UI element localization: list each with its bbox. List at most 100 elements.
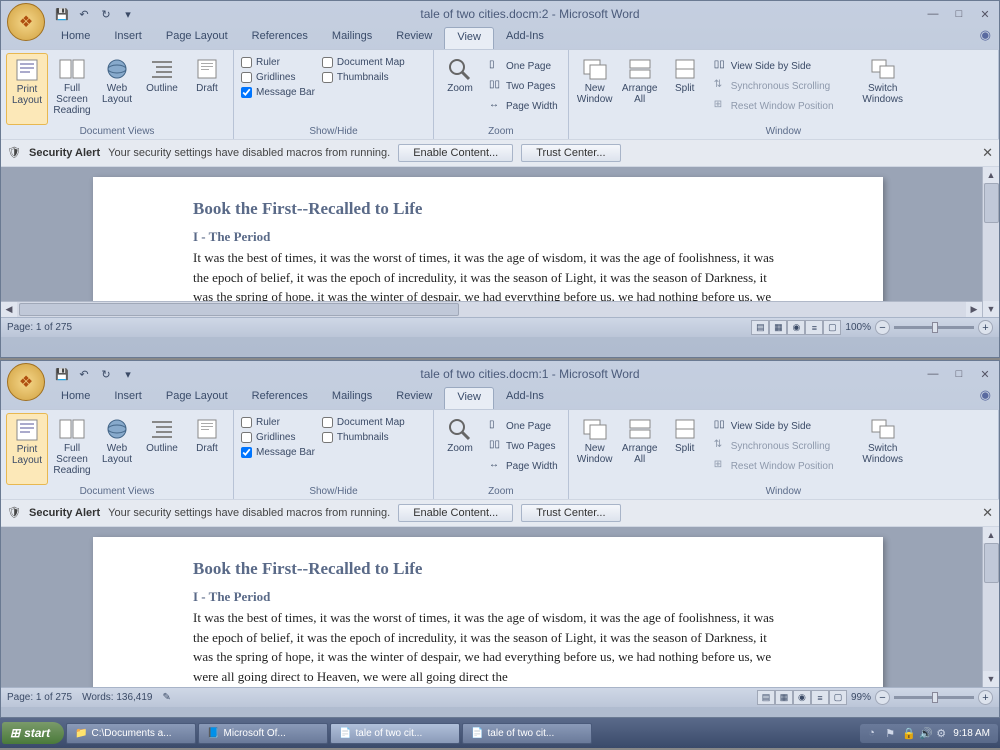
full-screen-reading-button[interactable]: Full Screen Reading [51,413,93,485]
minimize-icon[interactable]: — [923,6,943,22]
undo-icon[interactable]: ↶ [75,365,93,383]
zoom-level[interactable]: 100% [845,322,871,333]
zoom-level[interactable]: 99% [851,692,871,703]
full-screen-reading-button[interactable]: Full Screen Reading [51,53,93,125]
tray-icon[interactable]: 🔊 [919,727,932,740]
document-map-checkbox[interactable]: Document Map [322,57,405,68]
one-page-button[interactable]: ▯One Page [486,57,561,75]
page-width-button[interactable]: ↔Page Width [486,97,561,115]
tab-addins[interactable]: Add-Ins [494,27,556,49]
view-draft-icon[interactable]: ▢ [823,320,841,335]
draft-button[interactable]: Draft [186,413,228,485]
qat-dropdown-icon[interactable]: ▾ [119,365,137,383]
help-icon[interactable]: ◉ [980,387,991,409]
office-button[interactable]: ❖ [7,363,45,401]
proofing-icon[interactable]: ✎ [162,692,170,703]
tab-view[interactable]: View [444,27,494,49]
alert-close-icon[interactable]: ✕ [982,505,993,521]
gridlines-checkbox[interactable]: Gridlines [241,72,315,83]
scroll-left-icon[interactable]: ◀ [1,302,17,317]
save-icon[interactable]: 💾 [53,365,71,383]
zoom-in-icon[interactable]: + [978,320,993,335]
words-status[interactable]: Words: 136,419 [82,692,152,703]
tab-page-layout[interactable]: Page Layout [154,387,240,409]
view-outline-icon[interactable]: ≡ [811,690,829,705]
minimize-icon[interactable]: — [923,366,943,382]
split-button[interactable]: Split [664,53,706,125]
arrange-all-button[interactable]: Arrange All [619,53,661,125]
zoom-slider[interactable] [894,696,974,699]
tray-icon[interactable]: ⚙ [936,727,949,740]
view-web-icon[interactable]: ◉ [787,320,805,335]
clock[interactable]: 9:18 AM [953,728,990,739]
scroll-down-icon[interactable]: ▼ [983,301,999,317]
two-pages-button[interactable]: ▯▯Two Pages [486,437,561,455]
web-layout-button[interactable]: Web Layout [96,53,138,125]
tab-mailings[interactable]: Mailings [320,27,384,49]
tab-review[interactable]: Review [384,27,444,49]
scroll-thumb-h[interactable] [19,303,459,316]
page-status[interactable]: Page: 1 of 275 [7,692,72,703]
enable-content-button[interactable]: Enable Content... [398,504,513,522]
tab-insert[interactable]: Insert [102,27,154,49]
message-bar-checkbox[interactable]: Message Bar [241,447,315,458]
scroll-up-icon[interactable]: ▲ [983,167,999,183]
switch-windows-button[interactable]: Switch Windows [862,413,904,485]
scroll-thumb[interactable] [984,183,999,223]
document-page[interactable]: Book the First--Recalled to Life I - The… [93,177,883,317]
reset-window-position-button[interactable]: ⊞Reset Window Position [711,457,857,475]
document-map-checkbox[interactable]: Document Map [322,417,405,428]
view-print-icon[interactable]: ▤ [751,320,769,335]
enable-content-button[interactable]: Enable Content... [398,144,513,162]
tab-addins[interactable]: Add-Ins [494,387,556,409]
view-draft-icon[interactable]: ▢ [829,690,847,705]
tray-icon[interactable]: ◔ [868,727,881,740]
switch-windows-button[interactable]: Switch Windows [862,53,904,125]
taskbar-item[interactable]: 📘Microsoft Of... [198,723,328,744]
scroll-down-icon[interactable]: ▼ [983,671,999,687]
message-bar-checkbox[interactable]: Message Bar [241,87,315,98]
new-window-button[interactable]: New Window [574,53,616,125]
zoom-slider-knob[interactable] [932,692,938,703]
view-side-by-side-button[interactable]: ▯▯View Side by Side [711,57,857,75]
qat-dropdown-icon[interactable]: ▾ [119,5,137,23]
tab-references[interactable]: References [240,27,320,49]
zoom-in-icon[interactable]: + [978,690,993,705]
print-layout-button[interactable]: Print Layout [6,413,48,485]
zoom-button[interactable]: Zoom [439,413,481,485]
tab-view[interactable]: View [444,387,494,409]
ruler-checkbox[interactable]: Ruler [241,57,315,68]
taskbar-item[interactable]: 📄tale of two cit... [462,723,592,744]
ruler-checkbox[interactable]: Ruler [241,417,315,428]
office-button[interactable]: ❖ [7,3,45,41]
new-window-button[interactable]: New Window [574,413,616,485]
zoom-slider[interactable] [894,326,974,329]
view-full-icon[interactable]: ▦ [775,690,793,705]
view-web-icon[interactable]: ◉ [793,690,811,705]
tab-references[interactable]: References [240,387,320,409]
zoom-out-icon[interactable]: − [875,320,890,335]
view-side-by-side-button[interactable]: ▯▯View Side by Side [711,417,857,435]
page-status[interactable]: Page: 1 of 275 [7,322,72,333]
two-pages-button[interactable]: ▯▯Two Pages [486,77,561,95]
redo-icon[interactable]: ↻ [97,5,115,23]
taskbar-item[interactable]: 📄tale of two cit... [330,723,460,744]
reset-window-position-button[interactable]: ⊞Reset Window Position [711,97,857,115]
outline-button[interactable]: Outline [141,413,183,485]
tab-review[interactable]: Review [384,387,444,409]
scroll-thumb[interactable] [984,543,999,583]
tray-icon[interactable]: ⚑ [885,727,898,740]
trust-center-button[interactable]: Trust Center... [521,144,620,162]
start-button[interactable]: ⊞start [2,722,64,744]
tab-mailings[interactable]: Mailings [320,387,384,409]
scroll-right-icon[interactable]: ▶ [966,302,982,317]
thumbnails-checkbox[interactable]: Thumbnails [322,72,405,83]
trust-center-button[interactable]: Trust Center... [521,504,620,522]
zoom-out-icon[interactable]: − [875,690,890,705]
save-icon[interactable]: 💾 [53,5,71,23]
sync-scrolling-button[interactable]: ⇅Synchronous Scrolling [711,77,857,95]
document-page[interactable]: Book the First--Recalled to Life I - The… [93,537,883,687]
print-layout-button[interactable]: Print Layout [6,53,48,125]
redo-icon[interactable]: ↻ [97,365,115,383]
view-full-icon[interactable]: ▦ [769,320,787,335]
